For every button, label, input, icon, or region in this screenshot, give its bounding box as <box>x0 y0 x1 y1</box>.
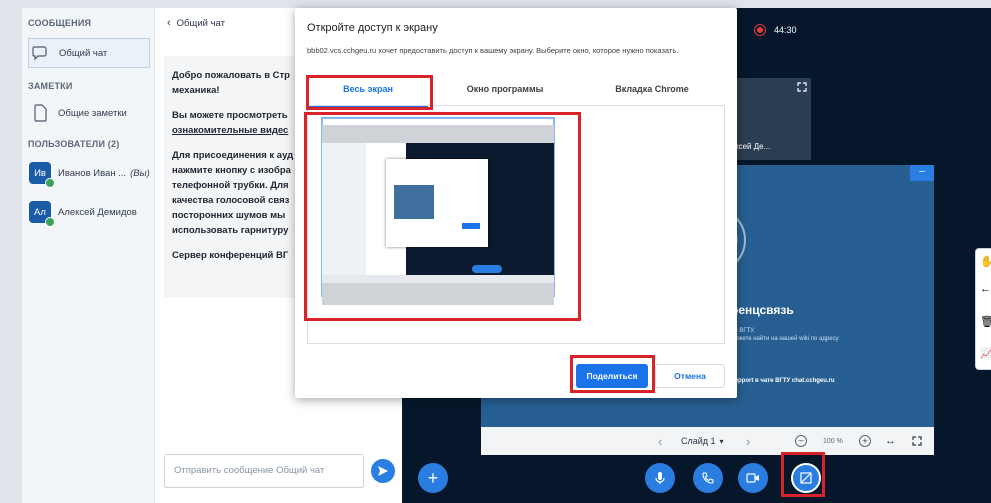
highlight-box <box>781 452 825 497</box>
sidebar-item-public-chat[interactable]: Общий чат <box>28 38 150 68</box>
chat-title: Общий чат <box>176 17 225 29</box>
trash-icon[interactable]: 🗑 <box>980 315 991 328</box>
camera-icon <box>746 473 759 483</box>
zoom-level: 100 % <box>823 437 843 445</box>
fit-width-icon[interactable]: ↔ <box>885 435 896 447</box>
chart-icon[interactable]: 📈 <box>980 347 991 360</box>
sidebar-item-label: Общие заметки <box>58 107 127 119</box>
user-name: Алексей Демидов <box>58 206 137 218</box>
record-icon <box>754 24 766 36</box>
phone-icon <box>702 472 714 484</box>
slide-select[interactable]: Слайд 1 ▾ <box>681 436 724 446</box>
avatar: Ив <box>29 162 55 188</box>
user-item[interactable]: Ал Алексей Демидов <box>28 197 150 227</box>
microphone-icon <box>655 472 665 484</box>
highlight-box <box>306 75 433 110</box>
chevron-left-icon: ‹ <box>167 17 171 29</box>
recording-timer: 44:30 <box>774 25 797 35</box>
prev-slide-button[interactable]: ‹ <box>658 434 662 449</box>
status-dot <box>45 178 55 188</box>
notes-header: ЗАМЕТКИ <box>28 81 73 91</box>
slide-text: support в чате ВГТУ chat.cchgeu.ru <box>731 378 835 384</box>
messages-header: СООБЩЕНИЯ <box>28 18 92 28</box>
highlight-box <box>304 112 581 321</box>
audio-button[interactable] <box>693 463 723 493</box>
recording-status[interactable]: 44:30 <box>754 24 797 36</box>
chat-back-button[interactable]: ‹ Общий чат <box>167 17 225 29</box>
whiteboard-toolbar: ✋ ← 🗑 📈 <box>975 248 991 370</box>
presentation-controls: ‹ Слайд 1 ▾ › – 100 % + ↔ <box>481 427 934 455</box>
zoom-in-button[interactable]: + <box>859 435 871 447</box>
actions-button[interactable]: + <box>418 463 448 493</box>
send-button[interactable] <box>371 459 395 483</box>
chat-input[interactable]: Отправить сообщение Общий чат <box>164 454 364 488</box>
app-window: СООБЩЕНИЯ Общий чат ЗАМЕТКИ Общие заметк… <box>0 0 991 503</box>
zoom-out-button[interactable]: – <box>795 435 807 447</box>
chat-icon <box>29 45 53 61</box>
fullscreen-icon[interactable] <box>797 82 807 92</box>
undo-icon[interactable]: ← <box>980 283 991 295</box>
cancel-button[interactable]: Отмена <box>655 364 725 388</box>
fullscreen-icon[interactable] <box>912 436 922 446</box>
user-item[interactable]: Ив Иванов Иван ... (Вы) <box>28 158 150 188</box>
minimize-presentation-button[interactable]: – <box>910 165 934 181</box>
users-header: ПОЛЬЗОВАТЕЛИ (2) <box>28 139 120 149</box>
chevron-down-icon: ▾ <box>719 436 724 446</box>
video-link[interactable]: ознакомительные видес <box>172 125 288 136</box>
tab-application-window[interactable]: Окно программы <box>445 80 565 107</box>
sidebar-item-shared-notes[interactable]: Общие заметки <box>28 98 150 128</box>
slide-title: ренцсвязь <box>731 303 794 317</box>
next-slide-button[interactable]: › <box>746 434 750 449</box>
video-button[interactable] <box>738 463 768 493</box>
send-icon <box>378 466 388 476</box>
dialog-title: Откройте доступ к экрану <box>307 22 438 34</box>
slide-text: можете найти на нашей wiki по адресу <box>731 336 839 342</box>
avatar: Ал <box>29 201 55 227</box>
user-suffix: (Вы) <box>130 167 150 179</box>
user-name: Иванов Иван ... <box>58 167 127 179</box>
dialog-description: bbb02.vcs.cchgeu.ru хочет предоставить д… <box>307 46 679 55</box>
mute-button[interactable] <box>645 463 675 493</box>
webcam-user-name: ксей Де... <box>735 142 771 151</box>
notes-icon <box>28 104 52 122</box>
sidebar: СООБЩЕНИЯ Общий чат ЗАМЕТКИ Общие заметк… <box>22 8 155 503</box>
plus-icon: + <box>427 468 439 488</box>
status-dot <box>45 217 55 227</box>
hand-icon[interactable]: ✋ <box>980 255 991 268</box>
highlight-box <box>570 355 655 393</box>
sidebar-item-label: Общий чат <box>59 47 108 59</box>
tab-chrome-tab[interactable]: Вкладка Chrome <box>592 80 712 107</box>
